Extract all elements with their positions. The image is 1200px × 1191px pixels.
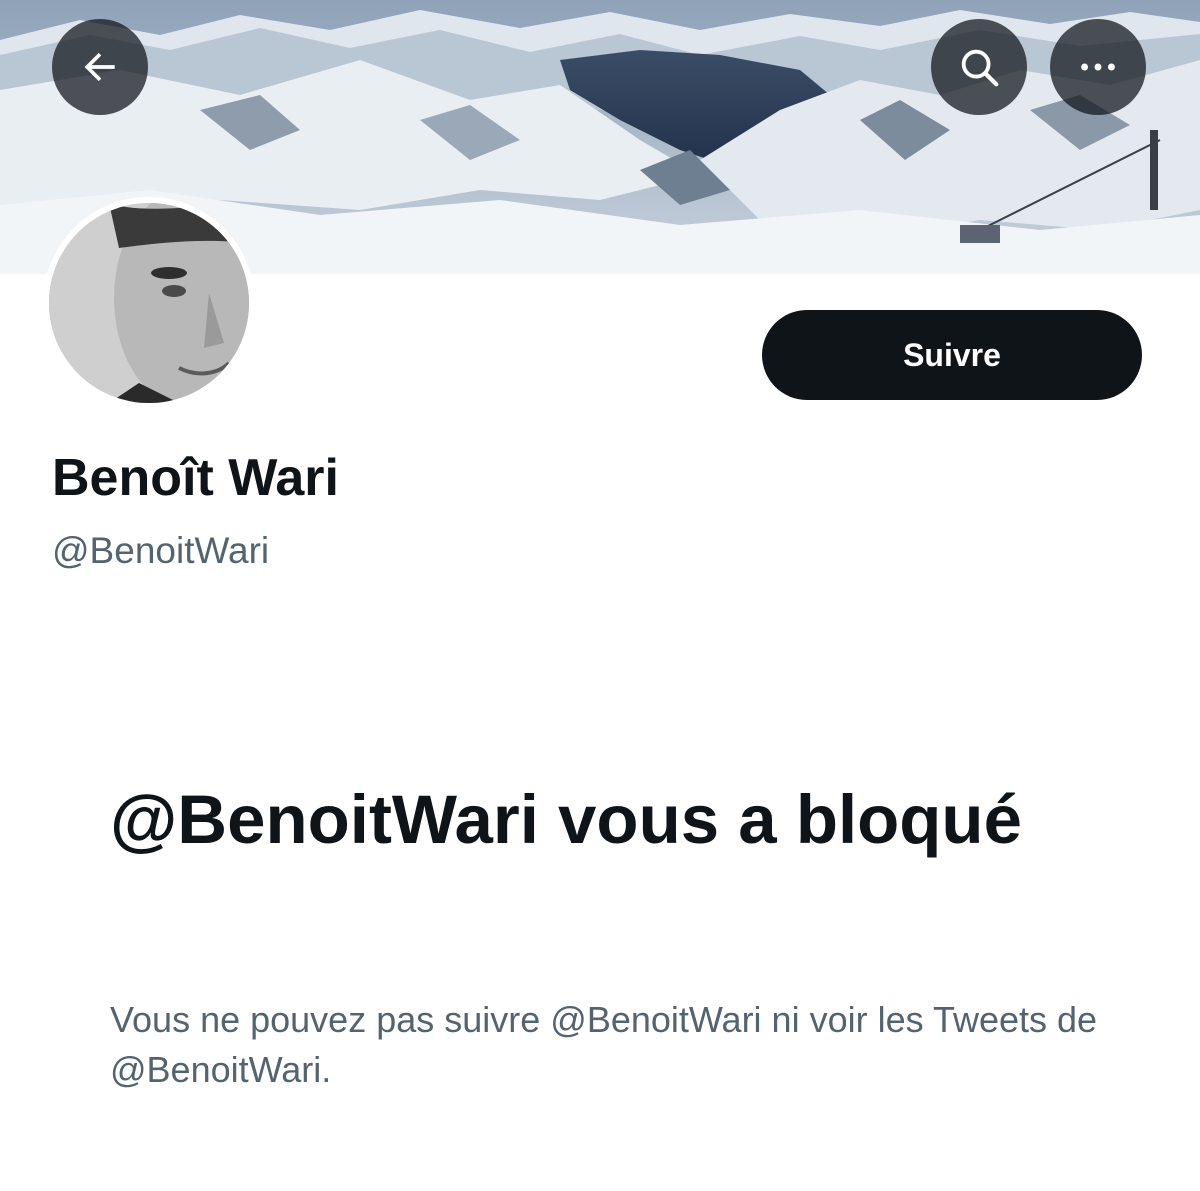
avatar-portrait-image [49, 203, 249, 403]
follow-button[interactable]: Suivre [762, 310, 1142, 400]
profile-display-name: Benoît Wari [52, 449, 339, 507]
blocked-description: Vous ne pouvez pas suivre @BenoitWari ni… [110, 999, 1098, 1090]
profile-handle: @BenoitWari [52, 530, 270, 571]
more-button[interactable] [1050, 19, 1146, 115]
more-horizontal-icon [1081, 63, 1115, 71]
back-button[interactable] [52, 19, 148, 115]
blocked-title: @BenoitWari vous a bloqué [110, 781, 1022, 858]
arrow-left-icon [84, 52, 115, 82]
profile-avatar[interactable] [43, 197, 255, 409]
search-icon [961, 49, 999, 87]
search-button[interactable] [931, 19, 1027, 115]
